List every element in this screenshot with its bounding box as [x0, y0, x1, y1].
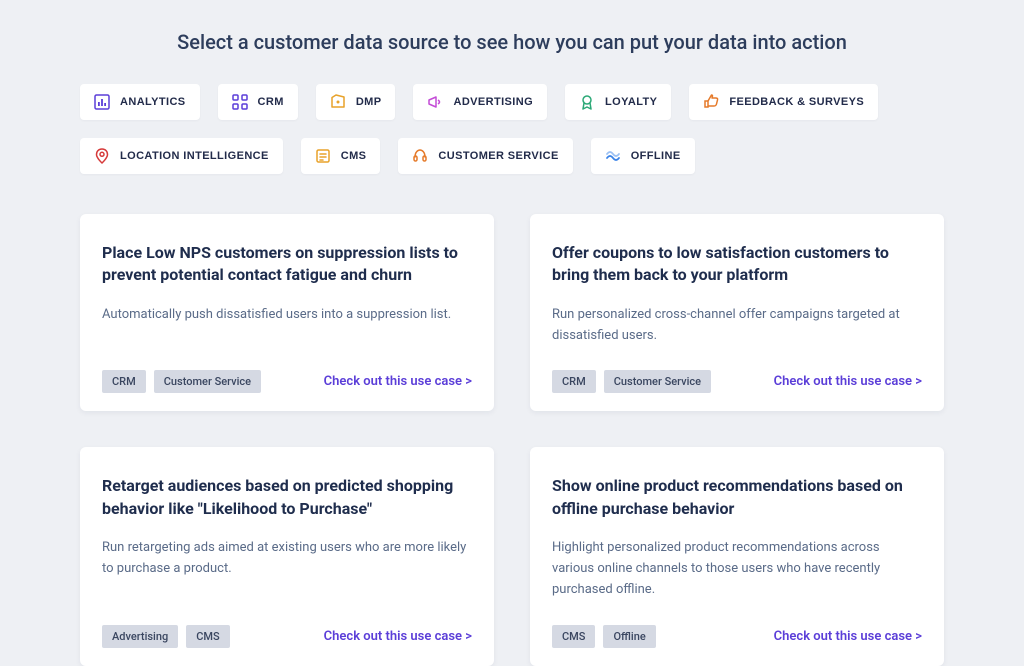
- filter-row: ANALYTICS CRM DMP ADVERTISING LOYALTY FEEDBAC…: [80, 84, 944, 174]
- filter-label: OFFLINE: [631, 150, 681, 162]
- filter-analytics[interactable]: ANALYTICS: [80, 84, 200, 120]
- card-description: Automatically push dissatisfied users in…: [102, 305, 472, 347]
- location-icon: [94, 148, 110, 164]
- filter-location-intelligence[interactable]: LOCATION INTELLIGENCE: [80, 138, 283, 174]
- filter-customer-service[interactable]: CUSTOMER SERVICE: [398, 138, 572, 174]
- tag[interactable]: CMS: [552, 625, 595, 648]
- cards-grid: Place Low NPS customers on suppression l…: [80, 214, 944, 666]
- card-footer: Advertising CMS Check out this use case >: [102, 625, 472, 648]
- advertising-icon: [427, 94, 443, 110]
- analytics-icon: [94, 94, 110, 110]
- tag[interactable]: CRM: [102, 370, 146, 393]
- filter-label: ADVERTISING: [453, 96, 533, 108]
- cms-icon: [315, 148, 331, 164]
- filter-cms[interactable]: CMS: [301, 138, 381, 174]
- dmp-icon: [330, 94, 346, 110]
- offline-icon: [605, 148, 621, 164]
- filter-offline[interactable]: OFFLINE: [591, 138, 695, 174]
- filter-label: FEEDBACK & SURVEYS: [729, 96, 864, 108]
- filter-label: ANALYTICS: [120, 96, 186, 108]
- tag-row: CRM Customer Service: [102, 370, 261, 393]
- card-description: Run retargeting ads aimed at existing us…: [102, 538, 472, 600]
- filter-dmp[interactable]: DMP: [316, 84, 396, 120]
- tag[interactable]: Customer Service: [604, 370, 711, 393]
- filter-label: LOCATION INTELLIGENCE: [120, 150, 269, 162]
- check-out-use-case-link[interactable]: Check out this use case >: [324, 629, 472, 644]
- card-footer: CRM Customer Service Check out this use ca…: [552, 370, 922, 393]
- use-case-card: Place Low NPS customers on suppression l…: [80, 214, 494, 411]
- tag[interactable]: CRM: [552, 370, 596, 393]
- filter-advertising[interactable]: ADVERTISING: [413, 84, 547, 120]
- card-title: Retarget audiences based on predicted sh…: [102, 475, 472, 520]
- use-case-card: Show online product recommendations base…: [530, 447, 944, 665]
- tag[interactable]: Customer Service: [154, 370, 261, 393]
- filter-feedback-surveys[interactable]: FEEDBACK & SURVEYS: [689, 84, 878, 120]
- customer-service-icon: [412, 148, 428, 164]
- check-out-use-case-link[interactable]: Check out this use case >: [774, 374, 922, 389]
- card-description: Highlight personalized product recommend…: [552, 538, 922, 600]
- check-out-use-case-link[interactable]: Check out this use case >: [774, 629, 922, 644]
- check-out-use-case-link[interactable]: Check out this use case >: [324, 374, 472, 389]
- tag[interactable]: Advertising: [102, 625, 178, 648]
- card-footer: CRM Customer Service Check out this use ca…: [102, 370, 472, 393]
- crm-icon: [232, 94, 248, 110]
- filter-label: DMP: [356, 96, 382, 108]
- card-title: Show online product recommendations base…: [552, 475, 922, 520]
- card-footer: CMS Offline Check out this use case >: [552, 625, 922, 648]
- use-case-card: Offer coupons to low satisfaction custom…: [530, 214, 944, 411]
- tag[interactable]: CMS: [186, 625, 229, 648]
- filter-label: CRM: [258, 96, 284, 108]
- filter-crm[interactable]: CRM: [218, 84, 298, 120]
- tag-row: CMS Offline: [552, 625, 656, 648]
- feedback-icon: [703, 94, 719, 110]
- filter-label: CMS: [341, 150, 367, 162]
- tag-row: CRM Customer Service: [552, 370, 711, 393]
- filter-label: LOYALTY: [605, 96, 657, 108]
- filter-loyalty[interactable]: LOYALTY: [565, 84, 671, 120]
- loyalty-icon: [579, 94, 595, 110]
- tag-row: Advertising CMS: [102, 625, 230, 648]
- card-description: Run personalized cross-channel offer cam…: [552, 305, 922, 347]
- use-case-card: Retarget audiences based on predicted sh…: [80, 447, 494, 665]
- card-title: Offer coupons to low satisfaction custom…: [552, 242, 922, 287]
- tag[interactable]: Offline: [603, 625, 655, 648]
- page-title: Select a customer data source to see how…: [80, 30, 944, 54]
- card-title: Place Low NPS customers on suppression l…: [102, 242, 472, 287]
- filter-label: CUSTOMER SERVICE: [438, 150, 558, 162]
